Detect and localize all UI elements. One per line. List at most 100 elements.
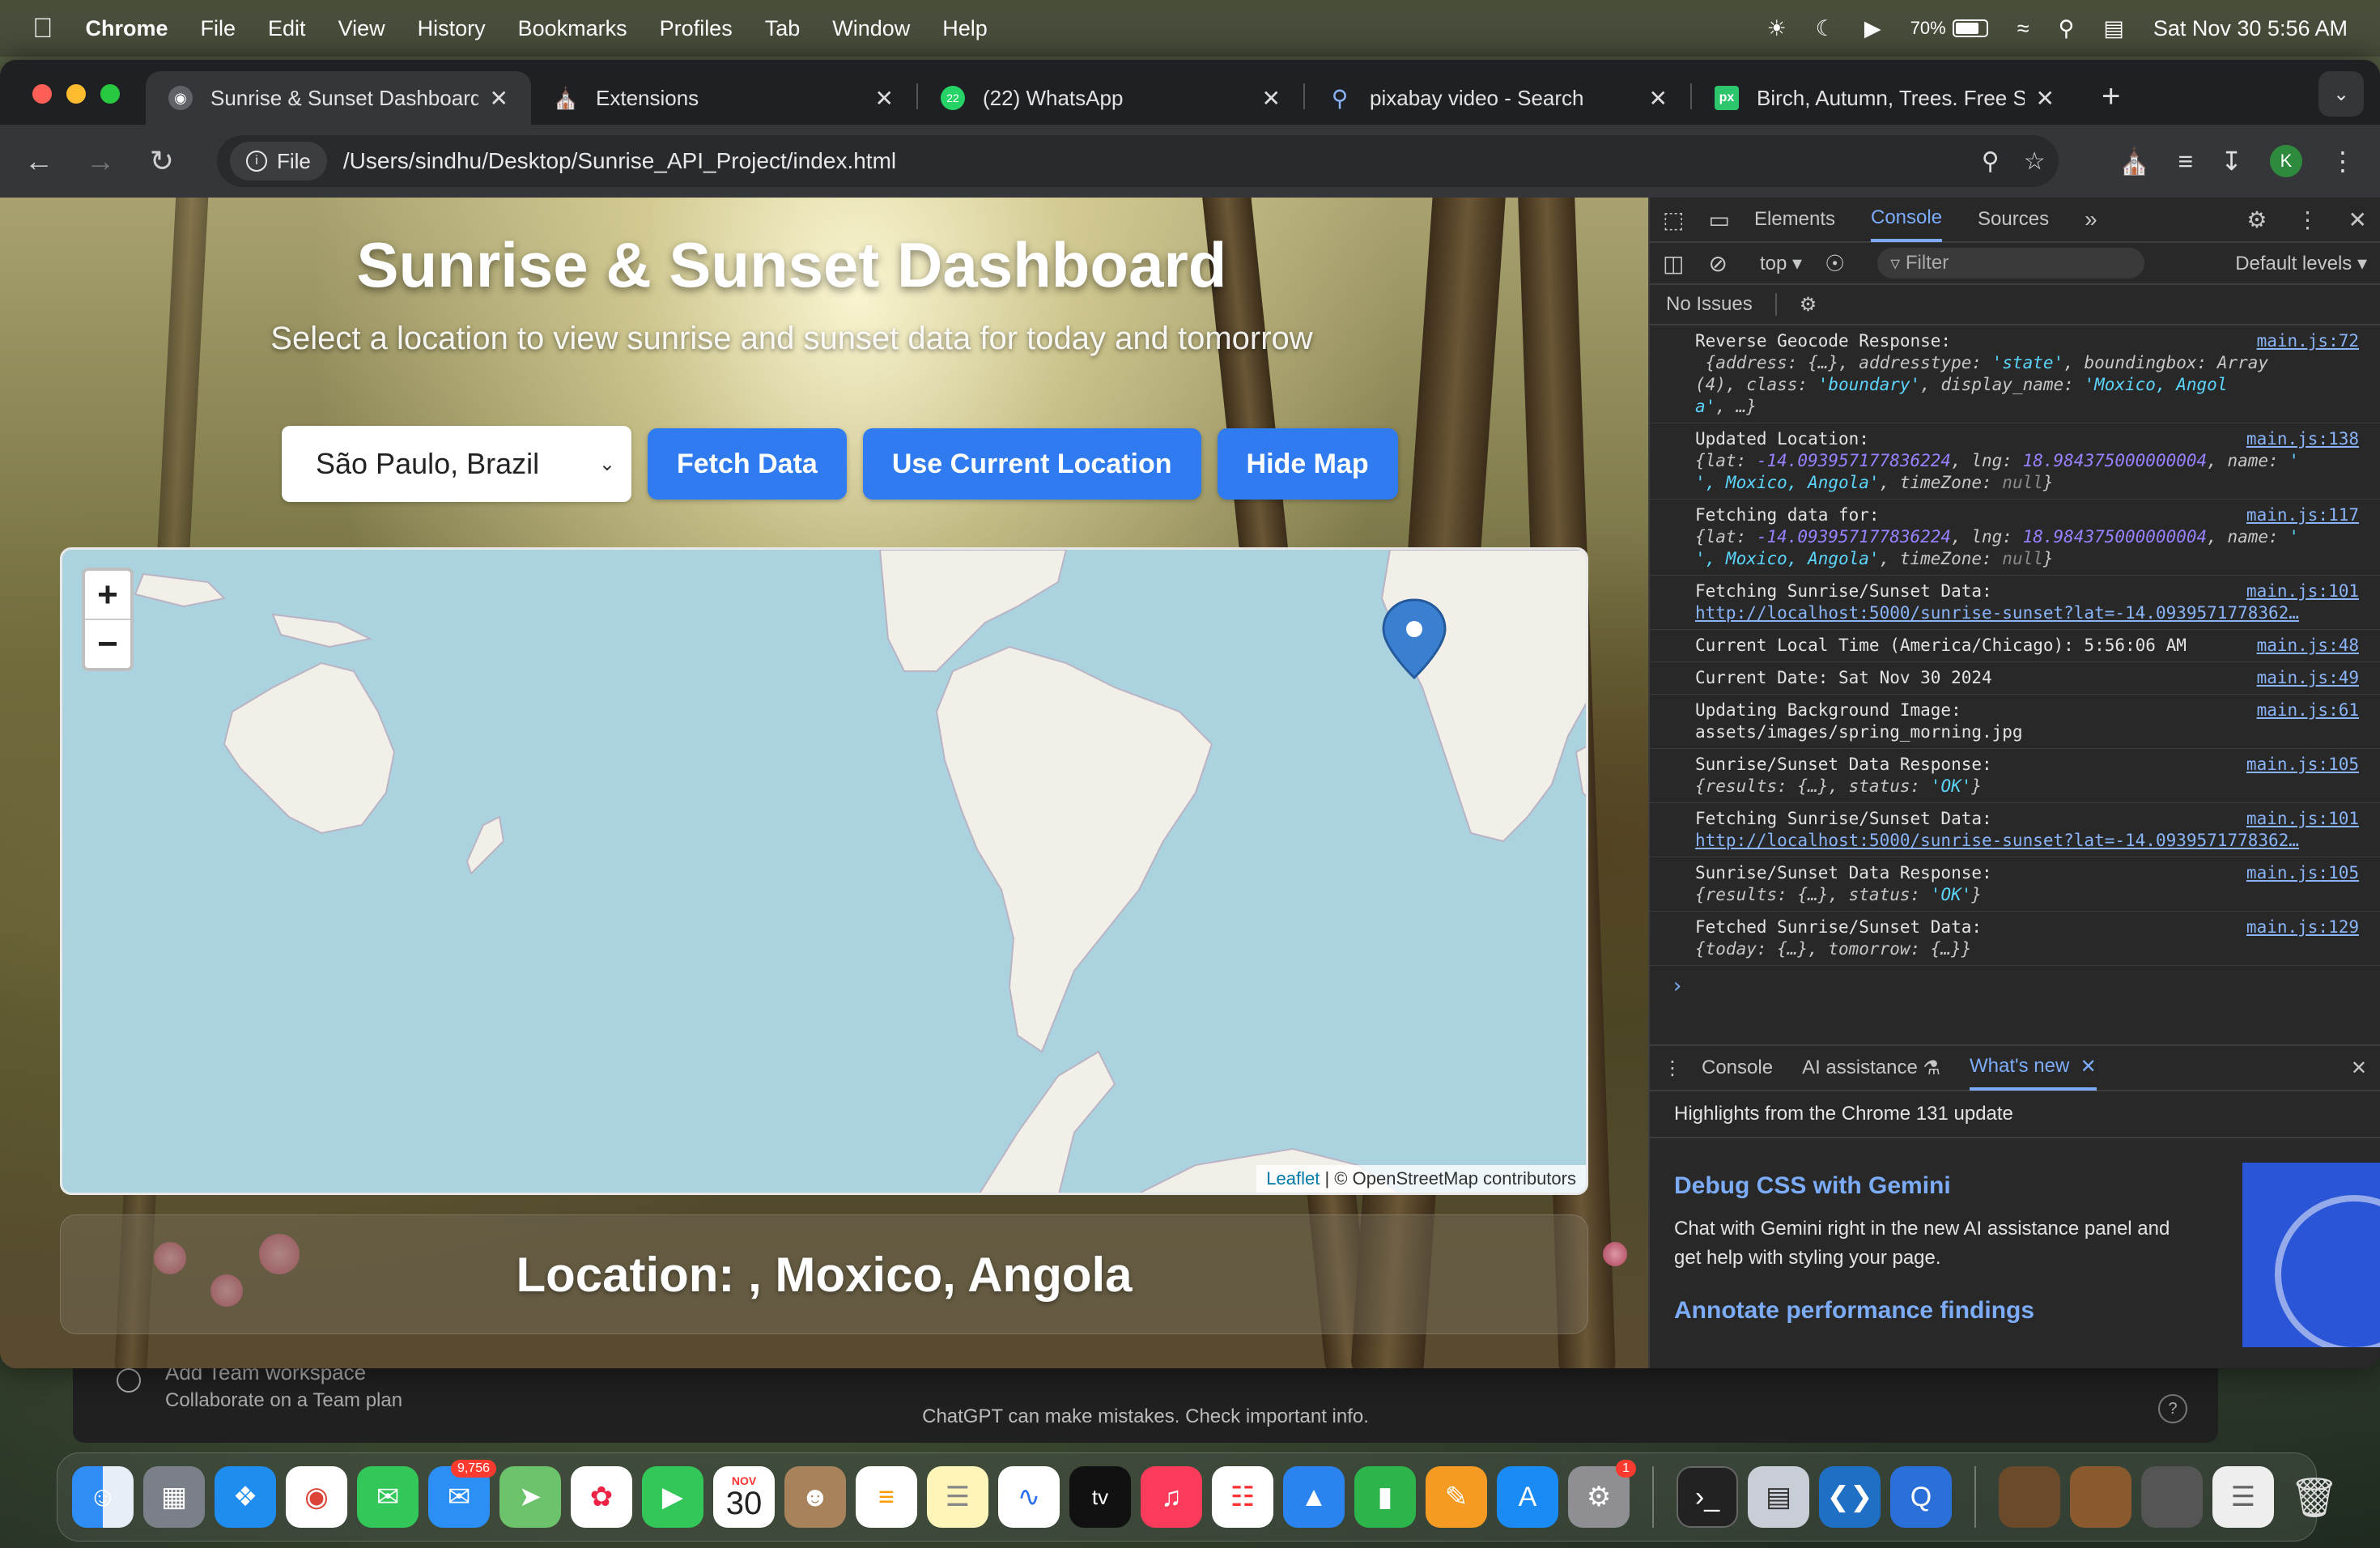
menu-view[interactable]: View xyxy=(338,16,385,41)
hide-map-button[interactable]: Hide Map xyxy=(1217,428,1398,500)
extensions-icon[interactable]: ⛪ xyxy=(2119,146,2151,176)
apple-menu-icon[interactable]:  xyxy=(32,13,53,45)
log-source-link[interactable]: main.js:61 xyxy=(2251,700,2359,721)
terminal-icon[interactable]: ›_ xyxy=(1677,1466,1738,1528)
log-object[interactable]: ▸{results: {…}, status: 'OK'} xyxy=(1695,776,2359,797)
keynote-icon[interactable]: ▲ xyxy=(1283,1466,1345,1528)
tab-console[interactable]: Console xyxy=(1870,197,1943,242)
news-icon[interactable]: ☷ xyxy=(1212,1466,1273,1528)
tab-search-dropdown-icon[interactable]: ⌄ xyxy=(2318,71,2364,117)
console-prompt[interactable]: › xyxy=(1650,966,2380,1007)
vscode-icon[interactable]: ❮❯ xyxy=(1819,1466,1881,1528)
reload-button[interactable]: ↻ xyxy=(147,144,176,178)
help-button[interactable]: ? xyxy=(2158,1394,2187,1423)
trash-icon[interactable]: 🗑 xyxy=(2284,1466,2345,1528)
log-source-link[interactable]: main.js:129 xyxy=(2241,916,2359,938)
freeform-icon[interactable]: ∿ xyxy=(998,1466,1060,1528)
recent-file-thumbnail[interactable] xyxy=(1999,1466,2060,1528)
use-current-location-button[interactable]: Use Current Location xyxy=(862,428,1201,500)
maps-icon[interactable]: ➤ xyxy=(499,1466,561,1528)
log-object[interactable]: ▸{lat: -14.093957177836224, lng: 18.9843… xyxy=(1695,450,2359,494)
close-icon[interactable]: ✕ xyxy=(2348,206,2367,233)
dark-mode-icon[interactable]: ☾ xyxy=(1816,16,1835,41)
zoom-window-button[interactable] xyxy=(100,84,120,104)
menu-tab[interactable]: Tab xyxy=(765,16,801,41)
chrome-menu-icon[interactable]: ⋮ xyxy=(2330,146,2356,176)
recent-file-thumbnail[interactable] xyxy=(2070,1466,2131,1528)
drawer-tab-whats-new[interactable]: What's new ✕ xyxy=(1969,1045,2097,1091)
menu-profiles[interactable]: Profiles xyxy=(660,16,733,41)
preview-icon[interactable]: ▤ xyxy=(1748,1466,1809,1528)
mail-icon[interactable]: ✉ 9,756 xyxy=(428,1460,496,1528)
log-source-link[interactable]: main.js:72 xyxy=(2251,330,2359,352)
app-store-icon[interactable]: A xyxy=(1497,1466,1558,1528)
menu-help[interactable]: Help xyxy=(942,16,988,41)
menu-bookmarks[interactable]: Bookmarks xyxy=(518,16,627,41)
inspect-element-icon[interactable]: ⬚ xyxy=(1663,206,1684,233)
pages-icon[interactable]: ✎ xyxy=(1426,1466,1487,1528)
tab-sources[interactable]: Sources xyxy=(1978,197,2049,242)
messages-icon[interactable]: ✉ xyxy=(357,1466,419,1528)
location-select[interactable]: São Paulo, Brazil ⌄ xyxy=(282,426,631,502)
music-icon[interactable]: ♫ xyxy=(1141,1466,1202,1528)
recent-file-thumbnail[interactable]: ☰ xyxy=(2212,1466,2274,1528)
site-info-chip[interactable]: i File xyxy=(230,142,327,181)
url-text[interactable]: /Users/sindhu/Desktop/Sunrise_API_Projec… xyxy=(343,148,1957,174)
tab-sunrise-dashboard[interactable]: ◉ Sunrise & Sunset Dashboard ✕ xyxy=(146,71,531,125)
close-tab-icon[interactable]: ✕ xyxy=(2036,85,2055,112)
back-button[interactable]: ← xyxy=(24,144,53,178)
minimize-window-button[interactable] xyxy=(66,84,86,104)
bookmark-star-icon[interactable]: ☆ xyxy=(2024,147,2046,176)
launchpad-icon[interactable]: ▦ xyxy=(143,1466,205,1528)
log-url-link[interactable]: http://localhost:5000/sunrise-sunset?lat… xyxy=(1695,602,2359,624)
reading-list-icon[interactable]: ≡ xyxy=(2178,147,2194,176)
tab-whatsapp[interactable]: 22 (22) WhatsApp ✕ xyxy=(918,71,1303,125)
close-tab-icon[interactable]: ✕ xyxy=(2080,1055,2097,1078)
leaflet-link[interactable]: Leaflet xyxy=(1266,1168,1320,1189)
menu-app-name[interactable]: Chrome xyxy=(86,16,168,41)
console-settings-icon[interactable]: ⚙ xyxy=(1800,293,1817,317)
recent-file-thumbnail[interactable] xyxy=(2141,1466,2203,1528)
numbers-icon[interactable]: ▮ xyxy=(1354,1466,1416,1528)
zoom-in-button[interactable]: + xyxy=(85,571,130,620)
log-object[interactable]: {address: {…}, addresstype: 'state', bou… xyxy=(1695,352,2359,418)
facetime-icon[interactable]: ▶ xyxy=(642,1466,703,1528)
new-tab-button[interactable]: + xyxy=(2102,79,2120,115)
device-toolbar-icon[interactable]: ▭ xyxy=(1708,206,1729,233)
location-pin-icon[interactable]: ⚲ xyxy=(1982,147,2000,176)
drawer-tab-console[interactable]: Console xyxy=(1702,1045,1773,1091)
tab-elements[interactable]: Elements xyxy=(1754,197,1835,242)
log-source-link[interactable]: main.js:101 xyxy=(2241,808,2359,830)
log-levels-select[interactable]: Default levels ▾ xyxy=(2235,252,2367,275)
drawer-menu-icon[interactable]: ⋮ xyxy=(1663,1045,1682,1091)
tab-pixabay-search[interactable]: ⚲ pixabay video - Search ✕ xyxy=(1305,71,1690,125)
profile-avatar[interactable]: K xyxy=(2270,145,2302,177)
chrome-icon[interactable]: ◉ xyxy=(286,1466,347,1528)
now-playing-icon[interactable]: ▶ xyxy=(1864,16,1881,41)
safari-icon[interactable]: ❖ xyxy=(215,1466,276,1528)
contacts-icon[interactable]: ☻ xyxy=(784,1466,846,1528)
close-tab-icon[interactable]: ✕ xyxy=(1262,85,1281,112)
log-url-link[interactable]: http://localhost:5000/sunrise-sunset?lat… xyxy=(1695,830,2359,852)
log-source-link[interactable]: main.js:49 xyxy=(2251,667,2359,689)
log-source-link[interactable]: main.js:105 xyxy=(2241,862,2359,884)
log-source-link[interactable]: main.js:138 xyxy=(2241,428,2359,450)
log-object[interactable]: ▸{results: {…}, status: 'OK'} xyxy=(1695,884,2359,906)
log-source-link[interactable]: main.js:105 xyxy=(2241,754,2359,776)
photos-icon[interactable]: ✿ xyxy=(571,1466,632,1528)
more-options-icon[interactable]: ⋮ xyxy=(2297,206,2319,233)
log-source-link[interactable]: main.js:117 xyxy=(2241,504,2359,526)
finder-icon[interactable]: ☺ xyxy=(72,1466,134,1528)
menubar-clock[interactable]: Sat Nov 30 5:56 AM xyxy=(2153,16,2348,41)
apple-tv-icon[interactable]: tv xyxy=(1069,1466,1131,1528)
quicktime-icon[interactable]: Q xyxy=(1890,1466,1952,1528)
calendar-icon[interactable]: NOV 30 xyxy=(713,1466,775,1528)
eye-icon[interactable]: ☉ xyxy=(1825,250,1845,277)
notes-icon[interactable]: ☰ xyxy=(927,1466,988,1528)
battery-indicator[interactable]: 70% xyxy=(1910,18,1988,39)
downloads-icon[interactable]: ↧ xyxy=(2221,146,2242,176)
context-select[interactable]: top ▾ xyxy=(1760,252,1802,275)
spotlight-search-icon[interactable]: ⚲ xyxy=(2059,16,2075,41)
drawer-tab-ai-assistance[interactable]: AI assistance ⚗ xyxy=(1802,1045,1940,1091)
map[interactable]: + − Leaflet | © OpenStreetMap contributo… xyxy=(60,547,1588,1195)
